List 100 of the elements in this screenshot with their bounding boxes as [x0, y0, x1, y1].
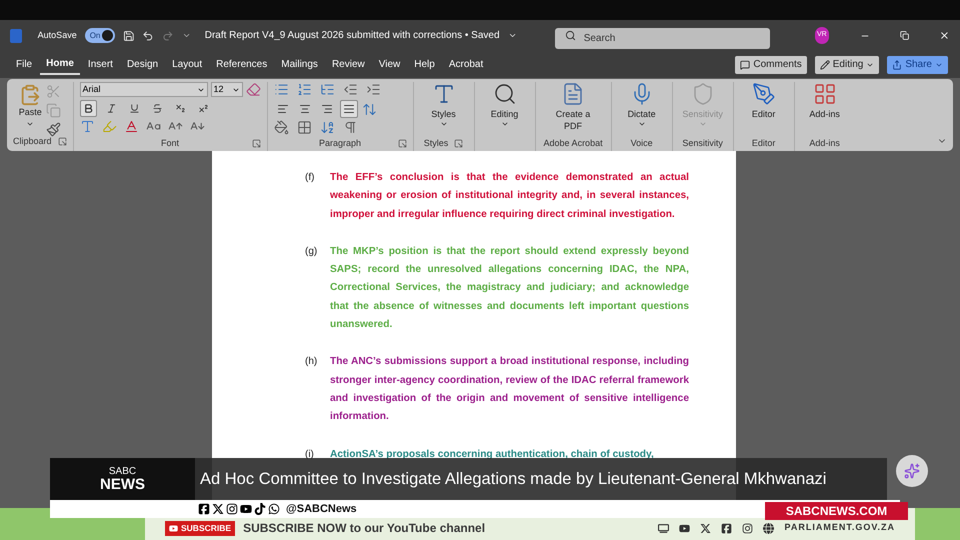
- group-label: Clipboard: [13, 137, 52, 146]
- menu-tab[interactable]: References: [210, 54, 274, 74]
- line-spacing-icon[interactable]: [362, 102, 377, 116]
- youtube-icon: [240, 503, 252, 515]
- news-logo: SABC NEWS: [50, 458, 195, 500]
- x-icon: [212, 503, 224, 515]
- parliament-url: PARLIAMENT.GOV.ZA: [784, 521, 895, 534]
- dialog-launcher-icon[interactable]: [454, 138, 464, 148]
- chevron-icon: [698, 120, 707, 128]
- group-label: Paragraph: [319, 139, 362, 148]
- menu-tab[interactable]: Design: [120, 54, 164, 74]
- redo-icon[interactable]: [162, 28, 174, 42]
- chevron-icon: [440, 120, 448, 128]
- decrease-indent-icon[interactable]: [342, 82, 358, 97]
- menu-tab[interactable]: Home: [40, 54, 80, 74]
- superscript-icon: [198, 103, 209, 114]
- x-icon: [700, 522, 712, 534]
- save-icon[interactable]: [122, 28, 134, 42]
- grid-icon: [812, 82, 837, 106]
- paragraph-text: The MKP’s position is that the report should extend expressly beyond SAPS; record the unresolved allegations concerning IDAC, the NPA, Correctional Services, the magistracy and judiciary; and acknowledge that the absence of witnesses and documents left important questions unanswered.: [330, 244, 689, 332]
- share-button[interactable]: Share: [887, 56, 948, 74]
- menu-tab[interactable]: Review: [326, 54, 371, 74]
- menu-tab[interactable]: Layout: [166, 54, 208, 74]
- list-marker: (h): [305, 355, 318, 370]
- styles-button[interactable]: Styles: [422, 82, 466, 137]
- search-icon: [492, 82, 517, 106]
- search-field[interactable]: Search: [554, 28, 770, 49]
- social-handle: @SABCNews: [286, 502, 357, 517]
- group-label: Sensitivity: [682, 138, 723, 148]
- ticker-text: SUBSCRIBE NOW to our YouTube channel: [243, 520, 486, 537]
- facebook-icon: [721, 522, 732, 534]
- editing-button[interactable]: Editing: [814, 56, 880, 74]
- menu-tab[interactable]: File: [10, 54, 38, 74]
- align-right-icon: [320, 103, 333, 115]
- menu-tab[interactable]: Help: [408, 54, 441, 74]
- bullets-icon[interactable]: [274, 82, 289, 97]
- italic-icon: [106, 103, 117, 114]
- format-painter-icon[interactable]: [46, 122, 61, 137]
- numbering-icon[interactable]: [296, 82, 312, 97]
- menu-tab[interactable]: Acrobat: [442, 54, 490, 74]
- borders-icon[interactable]: [296, 120, 312, 135]
- align-left-icon: [276, 103, 289, 115]
- menu-tab[interactable]: Insert: [82, 54, 119, 74]
- shading-icon[interactable]: [274, 120, 289, 135]
- autosave-label: AutoSave: [38, 28, 77, 42]
- multilevel-list-icon[interactable]: [320, 82, 335, 97]
- menu-tab[interactable]: Mailings: [275, 54, 324, 74]
- chevron-icon: [638, 120, 646, 128]
- group-label: Editor: [752, 138, 776, 148]
- undo-icon[interactable]: [142, 28, 154, 42]
- play-icon: [169, 524, 178, 532]
- instagram-icon: [226, 503, 238, 515]
- clear-formatting-icon[interactable]: [246, 82, 261, 97]
- dialog-launcher-icon[interactable]: [398, 139, 407, 148]
- underline-icon: [128, 103, 140, 114]
- list-marker: (f): [305, 171, 316, 185]
- group-label: Voice: [630, 138, 653, 148]
- align-justify-button[interactable]: [340, 100, 358, 118]
- tiktok-icon: [254, 503, 266, 515]
- pencil-icon: [820, 60, 830, 70]
- restore-icon[interactable]: [900, 30, 910, 41]
- globe-icon: [763, 522, 774, 534]
- instagram-icon: [742, 522, 754, 534]
- font-size-field[interactable]: 12: [210, 82, 243, 97]
- font-color-icon[interactable]: [124, 119, 139, 134]
- group-label: Font: [161, 139, 180, 148]
- dialog-launcher-icon[interactable]: [58, 137, 67, 146]
- document-title[interactable]: Draft Report V4_9 August 2026 submitted with corrections • Saved: [204, 28, 500, 43]
- group-label: Adobe Acrobat: [544, 138, 603, 148]
- increase-indent-icon[interactable]: [366, 82, 381, 97]
- font-name-field[interactable]: Arial: [80, 82, 208, 97]
- menu-tab[interactable]: View: [372, 54, 406, 74]
- facebook-icon: [198, 503, 210, 515]
- pdf-button[interactable]: Create a PDF: [551, 82, 596, 137]
- paragraph-text: ActionSA’s proposals concerning authentication, chain of custody,: [330, 448, 654, 462]
- subscript-icon: [174, 103, 186, 114]
- paragraph-text: The EFF’s conclusion is that the evidence demonstrated an actual weakening or erosion of institutional integrity and, in several instances, improper and irregular influence requiring direct criminal investigation.: [330, 171, 689, 222]
- align-justify-icon: [342, 103, 355, 115]
- comments-button[interactable]: Comments: [735, 56, 807, 74]
- paste-button[interactable]: Paste: [18, 82, 42, 137]
- dictate-button[interactable]: Dictate: [620, 82, 664, 137]
- bold-button[interactable]: [80, 100, 97, 117]
- addins-button[interactable]: Add-ins: [802, 82, 847, 137]
- group-label: Styles: [424, 138, 448, 148]
- paragraph-text: The ANC’s submissions support a broad institutional response, including stronger inter-agency coordination, review of the IDAC referral framework and investigation of the origin and movement of sensitive intelligence information.: [330, 355, 689, 424]
- dialog-launcher-icon[interactable]: [252, 139, 261, 148]
- list-marker: (g): [305, 244, 318, 259]
- bold-icon: [82, 103, 94, 114]
- sort-icon[interactable]: [320, 120, 335, 135]
- autosave-toggle[interactable]: On: [84, 28, 115, 43]
- chevron-icon: [500, 120, 509, 128]
- editing-button[interactable]: Editing: [482, 82, 527, 137]
- group-label: Add-ins: [809, 138, 840, 148]
- subscribe-button[interactable]: SUBSCRIBE: [165, 520, 236, 536]
- assistant-bubble[interactable]: [896, 455, 928, 487]
- pilcrow-icon[interactable]: [342, 120, 358, 135]
- whatsapp-icon: [268, 503, 280, 515]
- align-center-icon: [298, 103, 311, 115]
- list-marker: (i): [305, 448, 315, 462]
- editor-button[interactable]: Editor: [742, 82, 786, 137]
